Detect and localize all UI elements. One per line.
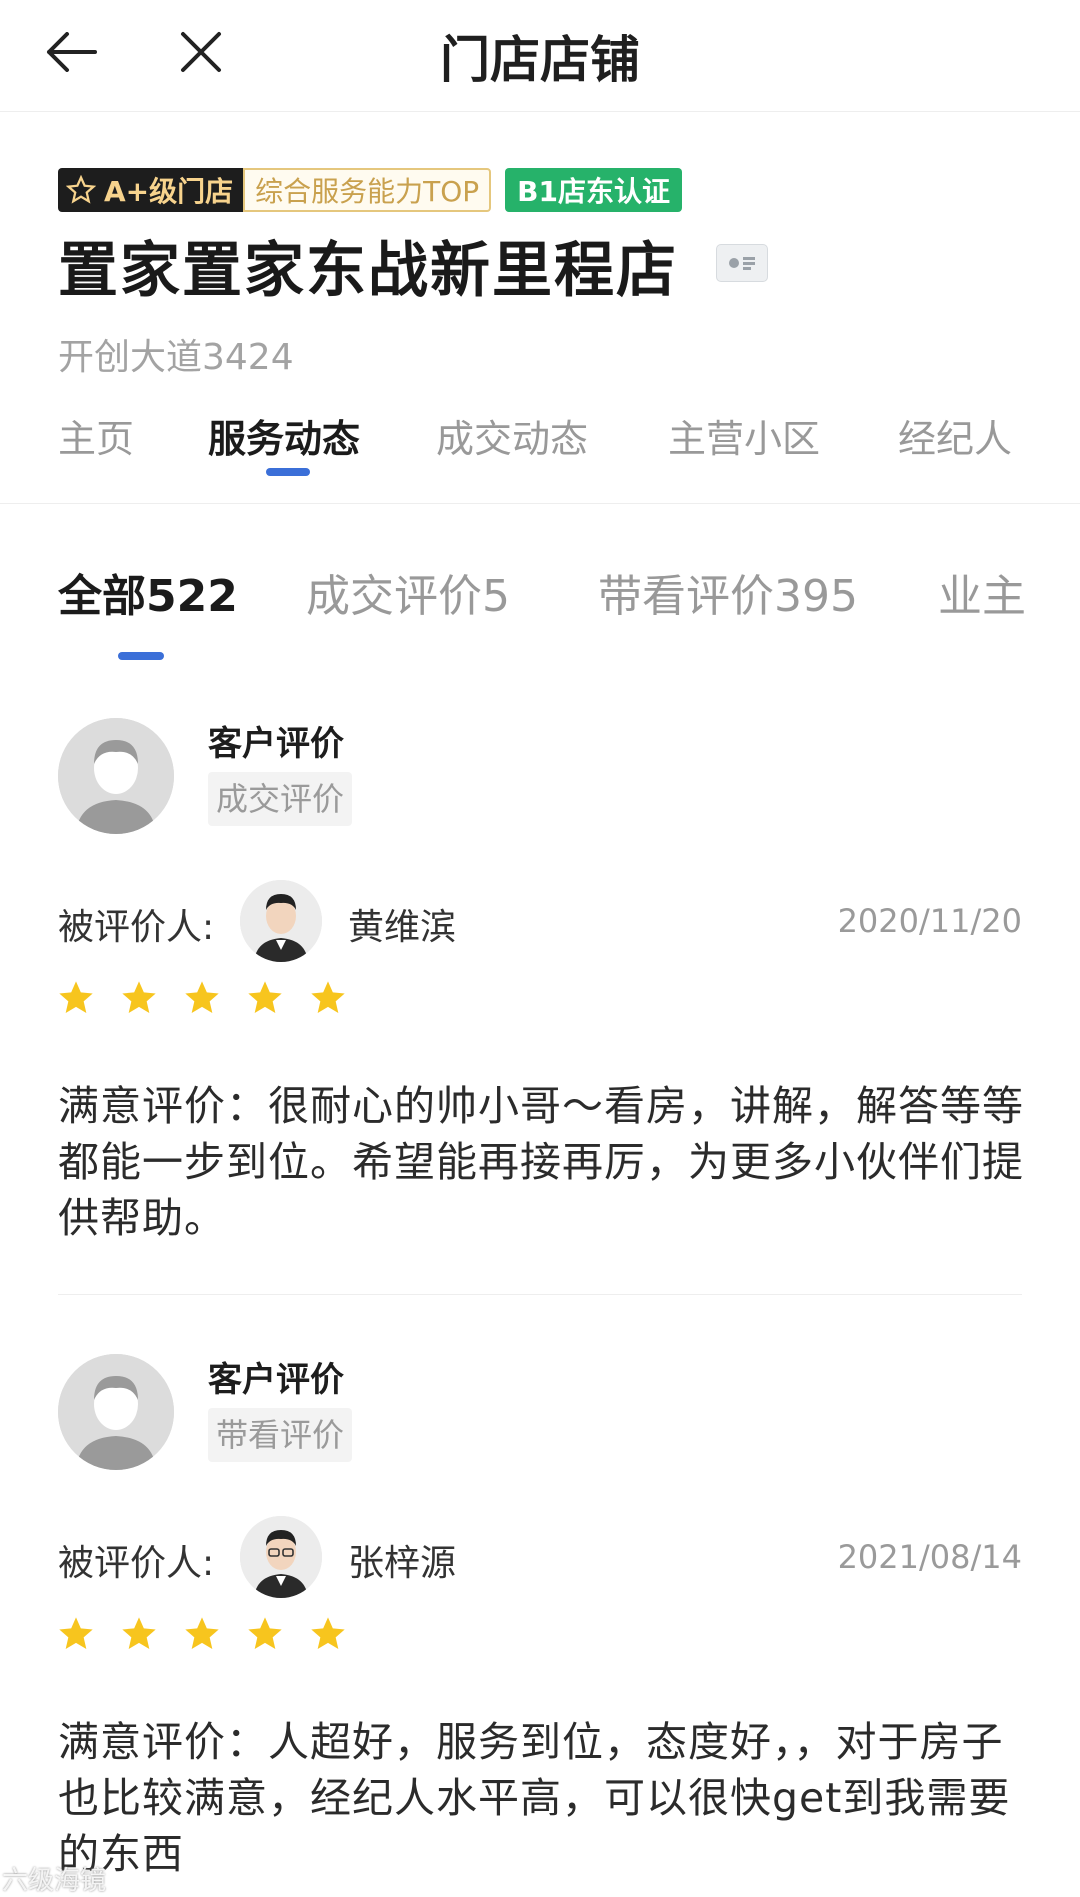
rating-stars [56,1614,371,1654]
star-icon [119,978,159,1018]
review-text: 满意评价：人超好，服务到位，态度好，，对于房子也比较满意，经纪人水平高，可以很快… [58,1718,1011,1878]
star-icon [182,1614,222,1654]
cert-badge: B1店东认证 [505,168,682,212]
review-type-tag: 带看评价 [208,1408,353,1462]
rating-stars [56,978,371,1018]
level-badge: A+级门店 [58,168,244,212]
review-date: 2021/08/14 [837,1538,1022,1576]
main-tab-indicator [266,468,310,476]
store-address: 开创大道3424 [58,337,294,378]
store-badges: A+级门店 综合服务能力TOP B1店东认证 [58,168,682,212]
reviewee-label: 被评价人: [58,1543,215,1584]
tab-all-reviews[interactable]: 全部522 [58,560,238,624]
sub-tab-indicator [118,652,164,660]
customer-avatar-icon [58,718,174,834]
review-title: 客户评价 [208,1360,344,1400]
tab-viewing-reviews[interactable]: 带看评价395 [598,560,858,624]
star-icon [119,1614,159,1654]
main-tabs: 主页 服务动态 成交动态 主营小区 经纪人 [0,400,1080,504]
business-card-icon[interactable] [716,244,768,282]
review-date: 2020/11/20 [837,902,1022,940]
page-title: 门店店铺 [440,31,640,89]
agent-name[interactable]: 张梓源 [348,1534,456,1586]
star-icon [245,978,285,1018]
tab-home[interactable]: 主页 [58,408,134,463]
top-bar: 门店店铺 [0,0,1080,112]
agent-name[interactable]: 黄维滨 [348,898,456,950]
review-title: 客户评价 [208,724,344,764]
review-filter-tabs: 全部522 成交评价5 带看评价395 业主 [0,560,1080,660]
level-badge-label: A+级门店 [104,175,234,208]
star-icon [182,978,222,1018]
star-icon [56,1614,96,1654]
tab-deal-reviews[interactable]: 成交评价5 [306,560,510,624]
watermark: 六级海镜 [2,1866,107,1896]
tab-service-updates[interactable]: 服务动态 [208,408,360,463]
review-type-tag: 成交评价 [208,772,353,826]
store-name: 置家置家东战新里程店 [58,236,678,306]
star-icon [56,978,96,1018]
tab-main-communities[interactable]: 主营小区 [668,408,820,463]
star-icon [245,1614,285,1654]
agent-photo[interactable] [240,880,322,962]
agent-photo[interactable] [240,1516,322,1598]
tab-owner-reviews[interactable]: 业主 [938,560,1026,624]
reviewee-label: 被评价人: [58,907,215,948]
star-badge-icon [66,175,96,205]
review-text: 满意评价：很耐心的帅小哥～看房，讲解，解答等等都能一步到位。希望能再接再厉，为更… [58,1082,1024,1242]
tab-agents[interactable]: 经纪人 [898,408,1012,463]
star-icon [308,978,348,1018]
star-icon [308,1614,348,1654]
service-badge: 综合服务能力TOP [243,168,492,212]
customer-avatar-icon [58,1354,174,1470]
tab-deal-updates[interactable]: 成交动态 [436,408,588,463]
review-divider [58,1294,1022,1295]
